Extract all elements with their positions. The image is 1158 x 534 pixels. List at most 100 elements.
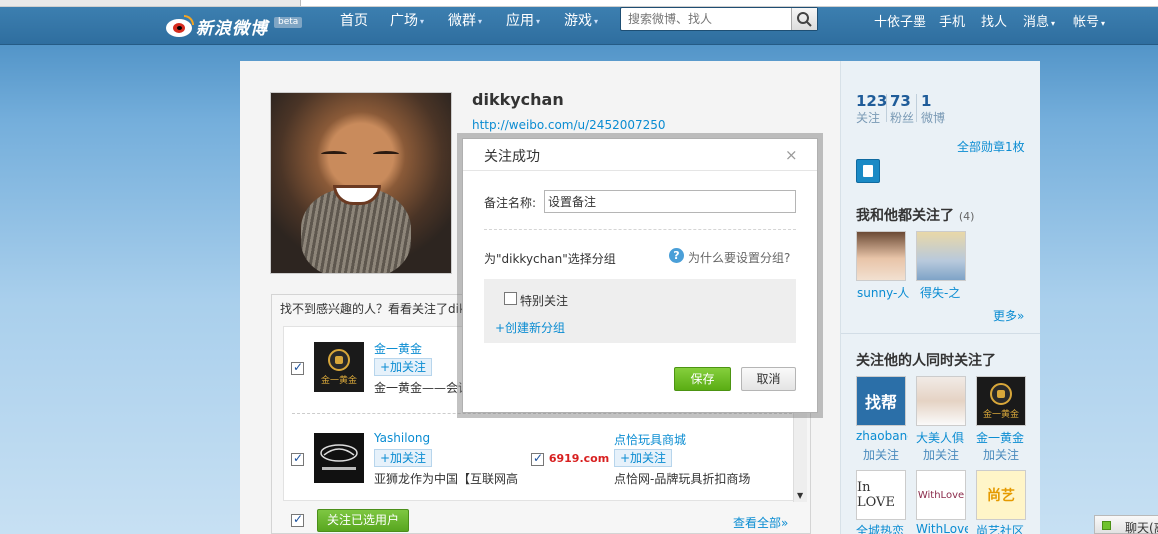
followers-count[interactable]: 73 xyxy=(890,92,911,110)
user-name-link[interactable]: 大美人俱 xyxy=(916,429,968,446)
search-icon xyxy=(797,12,812,27)
logo-text: 6919.com xyxy=(548,451,610,465)
nav-messages-label: 消息 xyxy=(1023,15,1050,30)
user-name-link[interactable]: 金一黄金 xyxy=(374,340,422,357)
close-icon[interactable]: × xyxy=(785,146,798,164)
browser-tab[interactable] xyxy=(300,0,1158,6)
profile-url-link[interactable]: http://weibo.com/u/2452007250 xyxy=(472,118,666,132)
user-name-link[interactable]: 点恰玩具商城 xyxy=(614,431,686,448)
select-all-checkbox[interactable] xyxy=(291,512,304,527)
follow-button[interactable]: +加关注 xyxy=(614,449,673,467)
why-group-link[interactable]: 为什么要设置分组? xyxy=(688,249,790,266)
user-avatar[interactable] xyxy=(314,433,364,483)
chevron-down-icon: ▾ xyxy=(1051,19,1056,28)
user-name-link[interactable]: Yashilong xyxy=(374,431,430,445)
nav-messages[interactable]: 消息 ▾ xyxy=(1023,11,1055,30)
user-avatar[interactable]: 找帮 xyxy=(856,376,906,426)
nav-games[interactable]: 游戏 ▾ xyxy=(564,10,598,30)
follow-link[interactable]: 加关注 xyxy=(923,446,959,463)
user-name-link[interactable]: WithLove xyxy=(916,522,968,534)
remark-label: 备注名称: xyxy=(484,196,537,210)
also-follow-heading: 关注他的人同时关注了 xyxy=(856,353,996,369)
divider xyxy=(484,229,796,230)
brand-name: 新浪微博 xyxy=(196,18,268,39)
select-user-checkbox[interactable] xyxy=(531,451,544,466)
nav-home[interactable]: 首页 xyxy=(340,10,368,30)
remark-input[interactable] xyxy=(544,190,796,213)
user-name-link[interactable]: zhaobang xyxy=(856,429,908,443)
nav-account[interactable]: 帐号 ▾ xyxy=(1073,11,1105,30)
user-avatar[interactable] xyxy=(916,376,966,426)
medal-icon[interactable] xyxy=(856,159,880,183)
user-avatar[interactable] xyxy=(916,231,966,281)
chevron-down-icon: ▾ xyxy=(420,16,425,26)
divider xyxy=(886,94,887,122)
cancel-button[interactable]: 取消 xyxy=(741,367,796,391)
follow-button[interactable]: +加关注 xyxy=(374,449,433,467)
chat-toggle[interactable]: 聊天(离 xyxy=(1094,515,1158,534)
nav-square-label: 广场 xyxy=(390,13,418,29)
view-all-link[interactable]: 查看全部» xyxy=(733,514,788,531)
scroll-down-icon[interactable]: ▼ xyxy=(797,491,803,500)
search-box xyxy=(620,7,818,31)
search-input[interactable] xyxy=(621,8,791,30)
help-icon[interactable]: ? xyxy=(669,248,684,263)
yashilong-logo-icon xyxy=(320,444,358,470)
follow-selected-button[interactable]: 关注已选用户 xyxy=(317,509,409,532)
nav-mobile[interactable]: 手机 xyxy=(939,11,965,30)
select-user-checkbox[interactable] xyxy=(291,360,304,375)
user-name-link[interactable]: 全城热恋 xyxy=(856,522,908,534)
divider xyxy=(841,333,1040,334)
common-follow-title: 我和他都关注了 xyxy=(856,208,954,224)
chevron-down-icon: ▾ xyxy=(478,16,483,26)
user-desc: 亚狮龙作为中国【互联网高 xyxy=(374,472,519,486)
follow-button[interactable]: +加关注 xyxy=(374,358,433,376)
nav-apps[interactable]: 应用 ▾ xyxy=(506,10,540,30)
profile-username: dikkychan xyxy=(472,90,564,109)
user-desc: 点恰网-品牌玩具折扣商场 xyxy=(614,472,751,486)
special-follow-label[interactable]: 特别关注 xyxy=(520,292,568,309)
create-group-link[interactable]: +创建新分组 xyxy=(495,319,565,336)
follow-link[interactable]: 加关注 xyxy=(983,446,1019,463)
nav-user-name[interactable]: 十依子墨 xyxy=(874,11,926,30)
special-follow-checkbox[interactable] xyxy=(504,292,517,305)
chat-label: 聊天(离 xyxy=(1125,521,1158,534)
gold-coin-icon xyxy=(990,382,1012,405)
nav-square[interactable]: 广场 ▾ xyxy=(390,10,424,30)
weibo-eye-icon xyxy=(166,15,194,37)
chevron-down-icon: ▾ xyxy=(1101,19,1106,28)
posts-count[interactable]: 1 xyxy=(921,92,931,110)
browser-tab-strip xyxy=(0,0,1158,7)
nav-account-label: 帐号 xyxy=(1073,15,1100,30)
user-avatar[interactable]: WithLove xyxy=(916,470,966,520)
save-button[interactable]: 保存 xyxy=(674,367,731,391)
following-count[interactable]: 123 xyxy=(856,92,887,110)
avatar-text: 金一黄金 xyxy=(982,409,1019,420)
user-avatar[interactable]: In LOVE xyxy=(856,470,906,520)
user-name-link[interactable]: 尚艺社区 xyxy=(976,522,1028,534)
more-link[interactable]: 更多» xyxy=(993,307,1024,324)
online-status-icon xyxy=(1102,521,1111,530)
select-user-checkbox[interactable] xyxy=(291,451,304,466)
user-desc: 金一黄金——会议 xyxy=(374,381,464,395)
user-avatar[interactable] xyxy=(856,231,906,281)
divider xyxy=(292,413,792,414)
user-avatar[interactable]: 6919.com xyxy=(549,433,609,483)
follow-link[interactable]: 加关注 xyxy=(863,446,899,463)
user-avatar[interactable]: 金一黄金 xyxy=(314,342,364,392)
search-button[interactable] xyxy=(791,8,817,30)
user-avatar[interactable]: 尚艺 xyxy=(976,470,1026,520)
user-name-link[interactable]: sunny-人 xyxy=(857,284,913,301)
scrollbar[interactable]: ▼ xyxy=(793,408,807,502)
weibo-logo[interactable]: 新浪微博 beta xyxy=(166,13,303,39)
user-name-link[interactable]: 金一黄金 xyxy=(976,429,1028,446)
divider xyxy=(916,94,917,122)
followers-label: 粉丝 xyxy=(890,111,915,125)
user-avatar[interactable]: 金一黄金 xyxy=(976,376,1026,426)
profile-avatar[interactable] xyxy=(270,92,452,274)
nav-groups[interactable]: 微群 ▾ xyxy=(448,10,482,30)
nav-find-people[interactable]: 找人 xyxy=(981,11,1007,30)
avatar-text: WithLove xyxy=(917,489,965,501)
user-name-link[interactable]: 得失-之 xyxy=(920,284,976,301)
all-medals-link[interactable]: 全部勋章1枚 xyxy=(957,138,1025,155)
